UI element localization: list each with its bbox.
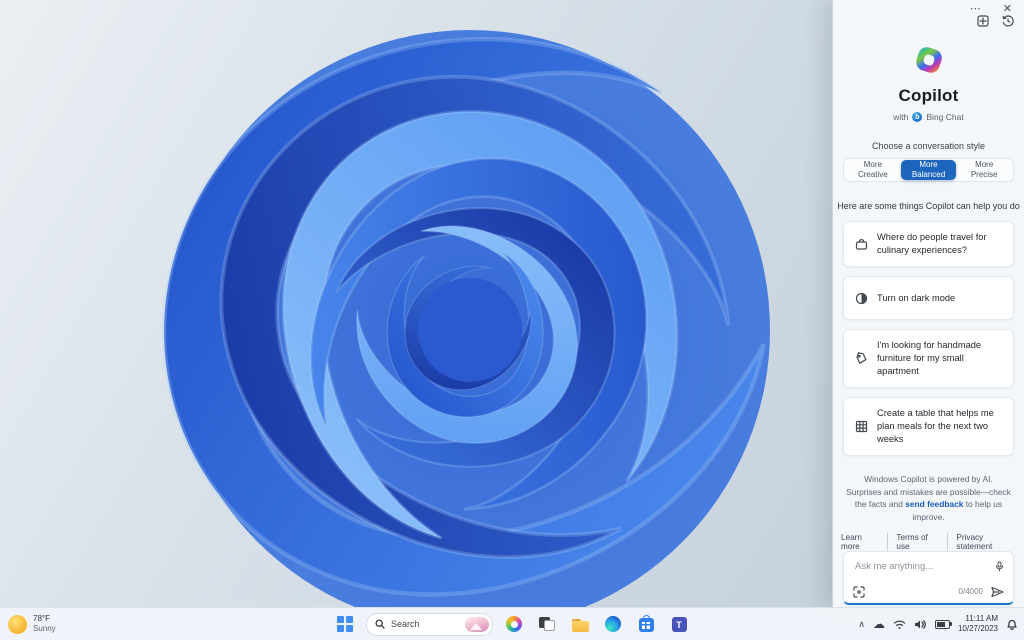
hidden-icons-chevron[interactable]: ∧: [858, 619, 865, 629]
teams-icon: T: [671, 617, 687, 632]
task-view-icon: [539, 616, 555, 632]
screen: ⋯ ✕ Copilot with b Bing Chat Choose a co…: [0, 0, 1024, 640]
microphone-icon[interactable]: [995, 560, 1004, 573]
suggestion-text: Turn on dark mode: [877, 292, 956, 303]
add-screenshot-icon[interactable]: [853, 585, 865, 598]
subtitle-with: with: [893, 112, 909, 122]
weather-condition: Sunny: [33, 624, 56, 633]
subtitle-brand: Bing Chat: [926, 112, 964, 122]
search-highlight-image: [465, 616, 489, 632]
privacy-statement-link[interactable]: Privacy statement: [947, 532, 1024, 551]
file-explorer-button[interactable]: [568, 612, 592, 636]
style-more-precise-button[interactable]: More Precise: [956, 160, 1012, 180]
notebook-icon[interactable]: [977, 15, 989, 27]
suggestion-card[interactable]: Create a table that helps me plan meals …: [843, 397, 1014, 457]
start-button[interactable]: [333, 612, 357, 636]
copilot-panel: ⋯ ✕ Copilot with b Bing Chat Choose a co…: [832, 0, 1024, 608]
footer-links: Learn more Terms of use Privacy statemen…: [833, 532, 1024, 551]
tray-date: 10/27/2023: [957, 624, 998, 633]
network-icon[interactable]: [893, 619, 906, 630]
taskbar: 78°F Sunny Search T ∧ ☁ 11:11 AM 10/27/2…: [0, 607, 1024, 640]
suggestions-heading: Here are some things Copilot can help yo…: [837, 201, 1020, 211]
suggestion-card[interactable]: Turn on dark mode: [843, 276, 1014, 321]
terms-of-use-link[interactable]: Terms of use: [887, 532, 947, 551]
ai-disclaimer: Windows Copilot is powered by AI. Surpri…: [846, 473, 1011, 523]
weather-widget[interactable]: 78°F Sunny: [8, 608, 56, 640]
search-box[interactable]: Search: [366, 612, 493, 636]
more-options-icon[interactable]: ⋯: [970, 4, 981, 15]
char-counter: 0/4000: [958, 587, 983, 597]
copilot-subtitle: with b Bing Chat: [833, 112, 1024, 122]
desktop-wallpaper: [0, 0, 832, 608]
teams-button[interactable]: T: [667, 612, 691, 636]
learn-more-link[interactable]: Learn more: [833, 533, 887, 551]
tag-icon: [854, 352, 868, 365]
suggestion-text: Create a table that helps me plan meals …: [877, 408, 994, 445]
panel-toolbar: [833, 15, 1024, 27]
copilot-title: Copilot: [898, 86, 959, 105]
volume-icon[interactable]: [914, 619, 927, 630]
clock[interactable]: 11:11 AM 10/27/2023: [958, 614, 998, 635]
briefcase-icon: [854, 238, 868, 251]
panel-titlebar: ⋯ ✕: [833, 0, 1024, 15]
history-icon[interactable]: [1002, 15, 1014, 27]
suggestion-card[interactable]: Where do people travel for culinary expe…: [843, 221, 1014, 268]
conversation-style-selector: More Creative More Balanced More Precise: [843, 158, 1014, 182]
close-icon[interactable]: ✕: [1003, 4, 1012, 15]
table-grid-icon: [854, 420, 868, 433]
taskbar-copilot-button[interactable]: [502, 612, 526, 636]
windows-logo-icon: [337, 616, 353, 632]
dark-mode-icon: [854, 292, 868, 305]
search-icon: [375, 619, 385, 629]
weather-temp: 78°F: [33, 614, 50, 623]
send-icon[interactable]: [991, 586, 1004, 598]
tray-time: 11:11 AM: [965, 613, 998, 623]
suggestion-card[interactable]: I'm looking for handmade furniture for m…: [843, 329, 1014, 389]
store-icon: [638, 615, 654, 632]
search-label: Search: [391, 619, 420, 629]
onedrive-cloud-icon[interactable]: ☁: [873, 618, 885, 630]
battery-icon[interactable]: [934, 619, 952, 629]
style-more-balanced-button[interactable]: More Balanced: [900, 160, 957, 180]
send-feedback-link[interactable]: send feedback: [905, 499, 963, 509]
folder-icon: [571, 618, 589, 632]
sun-icon: [8, 614, 27, 634]
copilot-icon: [506, 616, 522, 632]
bloom-flower-graphic: [0, 0, 832, 608]
chat-input-box[interactable]: 0/4000: [843, 550, 1014, 605]
edge-button[interactable]: [601, 612, 625, 636]
copilot-logo: [833, 43, 1024, 77]
bing-logo-icon: b: [912, 112, 923, 122]
suggestion-text: Where do people travel for culinary expe…: [877, 232, 987, 256]
edge-icon: [605, 616, 621, 632]
suggestion-text: I'm looking for handmade furniture for m…: [877, 340, 982, 377]
taskbar-center: Search T: [333, 612, 691, 636]
ask-me-anything-input[interactable]: [853, 559, 989, 573]
system-tray: ∧ ☁ 11:11 AM 10/27/2023: [858, 608, 1018, 640]
task-view-button[interactable]: [535, 612, 559, 636]
microsoft-store-button[interactable]: [634, 612, 658, 636]
notification-bell-icon[interactable]: [1006, 618, 1018, 631]
style-more-creative-button[interactable]: More Creative: [845, 160, 901, 180]
suggestion-list: Where do people travel for culinary expe…: [843, 221, 1014, 457]
conversation-style-label: Choose a conversation style: [871, 141, 986, 151]
